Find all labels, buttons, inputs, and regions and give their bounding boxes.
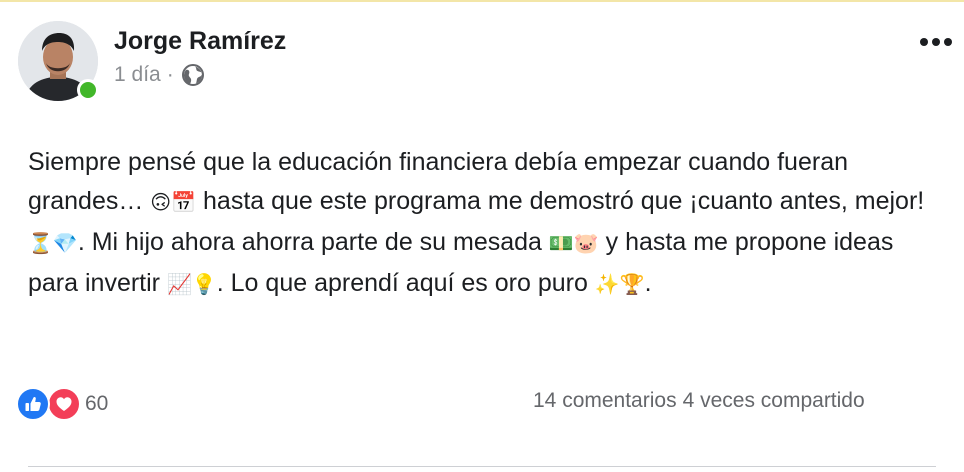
divider — [28, 466, 936, 467]
post-text: Siempre pensé que la educación financier… — [28, 143, 933, 305]
love-icon — [47, 387, 81, 421]
online-status-indicator — [77, 79, 99, 101]
upside-down-calendar-emoji: 🙃📅 — [150, 192, 197, 214]
top-border — [0, 0, 964, 2]
meta-separator: · — [166, 63, 174, 86]
shares-count-link[interactable]: 4 veces compartido — [683, 389, 865, 413]
more-options-button[interactable] — [914, 30, 958, 54]
author-name[interactable]: Jorge Ramírez — [114, 27, 286, 56]
comments-count-link[interactable]: 14 comentarios — [533, 389, 677, 413]
globe-icon[interactable] — [181, 63, 205, 87]
post-text-segment: hasta que este programa me demostró que … — [196, 187, 925, 215]
chart-bulb-emoji: 📈💡 — [166, 274, 217, 296]
post-text-segment: . — [644, 269, 652, 297]
reactions-summary[interactable]: 60 — [16, 386, 108, 422]
ellipsis-icon — [920, 38, 952, 46]
sparkles-trophy-emoji: ✨🏆 — [594, 274, 645, 296]
post-text-segment: . Mi hijo ahora ahorra parte de su mesad… — [77, 228, 549, 256]
like-icon — [16, 387, 50, 421]
hourglass-gem-emoji: ⏳💎 — [28, 233, 78, 255]
reaction-count: 60 — [85, 392, 109, 415]
post-timestamp[interactable]: 1 día — [114, 63, 161, 87]
post-meta: 1 día · — [114, 62, 205, 88]
engagement-stats: 14 comentarios 4 veces compartido — [533, 389, 865, 413]
post-text-segment: . Lo que aprendí aquí es oro puro — [216, 269, 595, 297]
money-pig-emoji: 💵🐷 — [548, 233, 599, 255]
